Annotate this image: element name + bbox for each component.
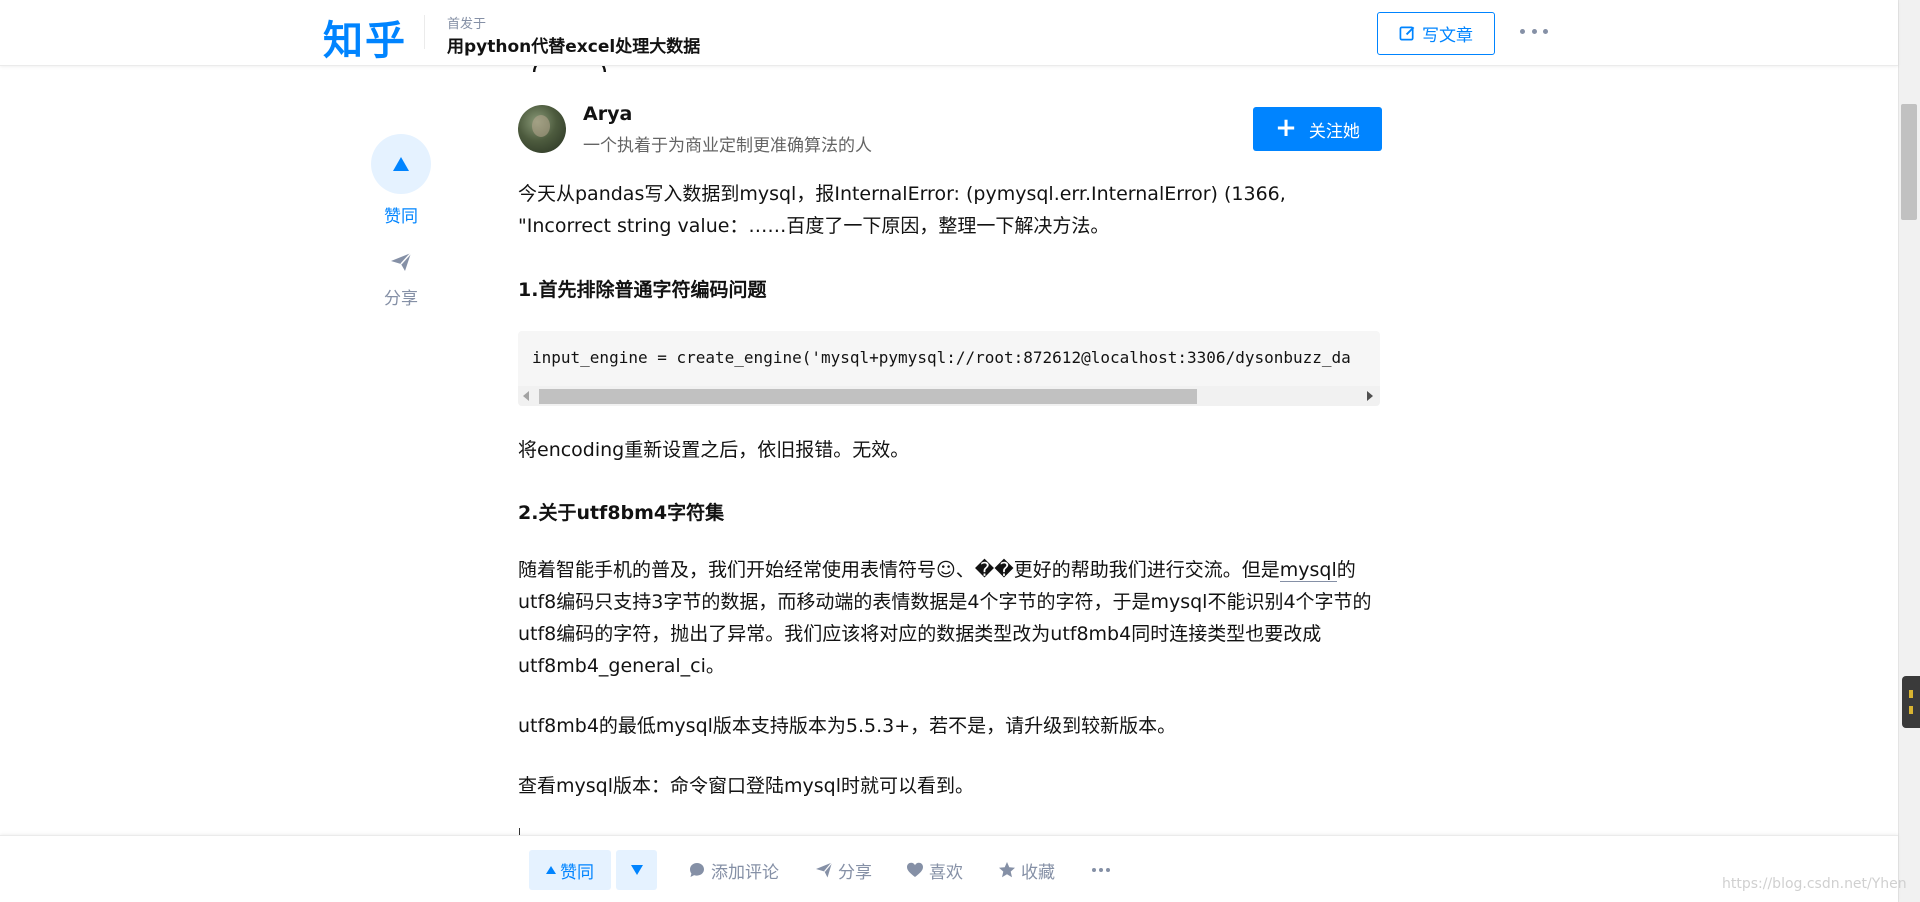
watermark-text: https://blog.csdn.net/Yhen xyxy=(1722,876,1907,892)
code-block[interactable]: input_engine = create_engine('mysql+pymy… xyxy=(518,331,1380,406)
follow-button-label: 关注她 xyxy=(1308,121,1360,142)
add-comment-label: 添加评论 xyxy=(711,862,779,883)
scroll-left-arrow-icon[interactable] xyxy=(523,391,529,401)
author-bio: 一个执着于为商业定制更准确算法的人 xyxy=(583,136,872,156)
upvote-button[interactable]: 赞同 xyxy=(529,850,611,890)
bottom-action-bar: 赞同 添加评论 分享 喜欢 收藏 xyxy=(0,835,1898,902)
author-name[interactable]: Arya xyxy=(583,103,632,125)
share-label: 分享 xyxy=(838,862,872,883)
add-comment-button[interactable]: 添加评论 xyxy=(688,850,779,890)
mysql-link[interactable]: mysql xyxy=(1279,559,1337,582)
star-icon xyxy=(999,862,1015,878)
publish-label: 首发于 xyxy=(447,17,487,32)
upvote-arrow-icon xyxy=(393,157,409,171)
scroll-right-arrow-icon[interactable] xyxy=(1367,391,1373,401)
plus-icon: + xyxy=(1275,112,1297,143)
code-horizontal-scrollbar[interactable] xyxy=(518,386,1380,406)
like-button[interactable]: 喜欢 xyxy=(906,850,963,890)
code-scrollbar-thumb[interactable] xyxy=(539,389,1197,404)
paragraph-version: utf8mb4的最低mysql版本支持版本为5.5.3+，若不是，请升级到较新版… xyxy=(518,715,1177,737)
paragraph-utf8mb4-text-a: 随着智能手机的普及，我们开始经常使用表情符号☺、��更好的帮助我们进行交流。但是 xyxy=(518,559,1280,581)
side-upvote-button[interactable] xyxy=(371,134,431,194)
column-title-link[interactable]: 用python代替excel处理大数据 xyxy=(447,32,700,57)
more-dots-icon[interactable] xyxy=(1520,20,1548,42)
author-avatar[interactable] xyxy=(518,105,566,153)
paper-plane-icon[interactable] xyxy=(389,251,413,273)
more-actions-icon[interactable] xyxy=(1092,868,1110,873)
section-heading-1: 1.首先排除普通字符编码问题 xyxy=(518,279,767,301)
upvote-triangle-icon xyxy=(546,866,556,874)
collect-label: 收藏 xyxy=(1021,862,1055,883)
upvote-label: 赞同 xyxy=(560,862,594,883)
share-button[interactable]: 分享 xyxy=(815,850,872,890)
page-scrollbar-thumb[interactable] xyxy=(1901,104,1917,220)
paragraph-utf8mb4: 随着智能手机的普及，我们开始经常使用表情符号☺、��更好的帮助我们进行交流。但是… xyxy=(518,554,1378,682)
section-heading-2: 2.关于utf8bm4字符集 xyxy=(518,502,725,524)
downvote-button[interactable] xyxy=(616,850,657,890)
collect-button[interactable]: 收藏 xyxy=(998,850,1055,890)
code-line: input_engine = create_engine('mysql+pymy… xyxy=(532,348,1351,367)
side-share-label[interactable]: 分享 xyxy=(371,284,431,309)
top-header: 知乎 首发于 用python代替excel处理大数据 写文章 xyxy=(0,0,1898,66)
follow-button[interactable]: + 关注她 xyxy=(1253,107,1382,151)
side-tool-widget[interactable] xyxy=(1902,676,1920,728)
write-article-label: 写文章 xyxy=(1422,26,1473,46)
share-plane-icon xyxy=(816,862,833,878)
header-divider xyxy=(424,15,425,49)
side-upvote-label[interactable]: 赞同 xyxy=(371,202,431,227)
downvote-triangle-icon xyxy=(630,865,643,875)
edit-icon xyxy=(1399,26,1415,41)
paragraph-encoding: 将encoding重新设置之后，依旧报错。无效。 xyxy=(518,439,910,461)
like-label: 喜欢 xyxy=(929,862,963,883)
zhihu-logo[interactable]: 知乎 xyxy=(323,8,407,66)
paragraph-check-version: 查看mysql版本：命令窗口登陆mysql时就可以看到。 xyxy=(518,775,974,797)
comment-icon xyxy=(690,863,704,877)
heart-icon xyxy=(907,862,923,877)
intro-paragraph: 今天从pandas写入数据到mysql，报InternalError: (pym… xyxy=(518,183,1286,237)
write-article-button[interactable]: 写文章 xyxy=(1377,12,1495,55)
